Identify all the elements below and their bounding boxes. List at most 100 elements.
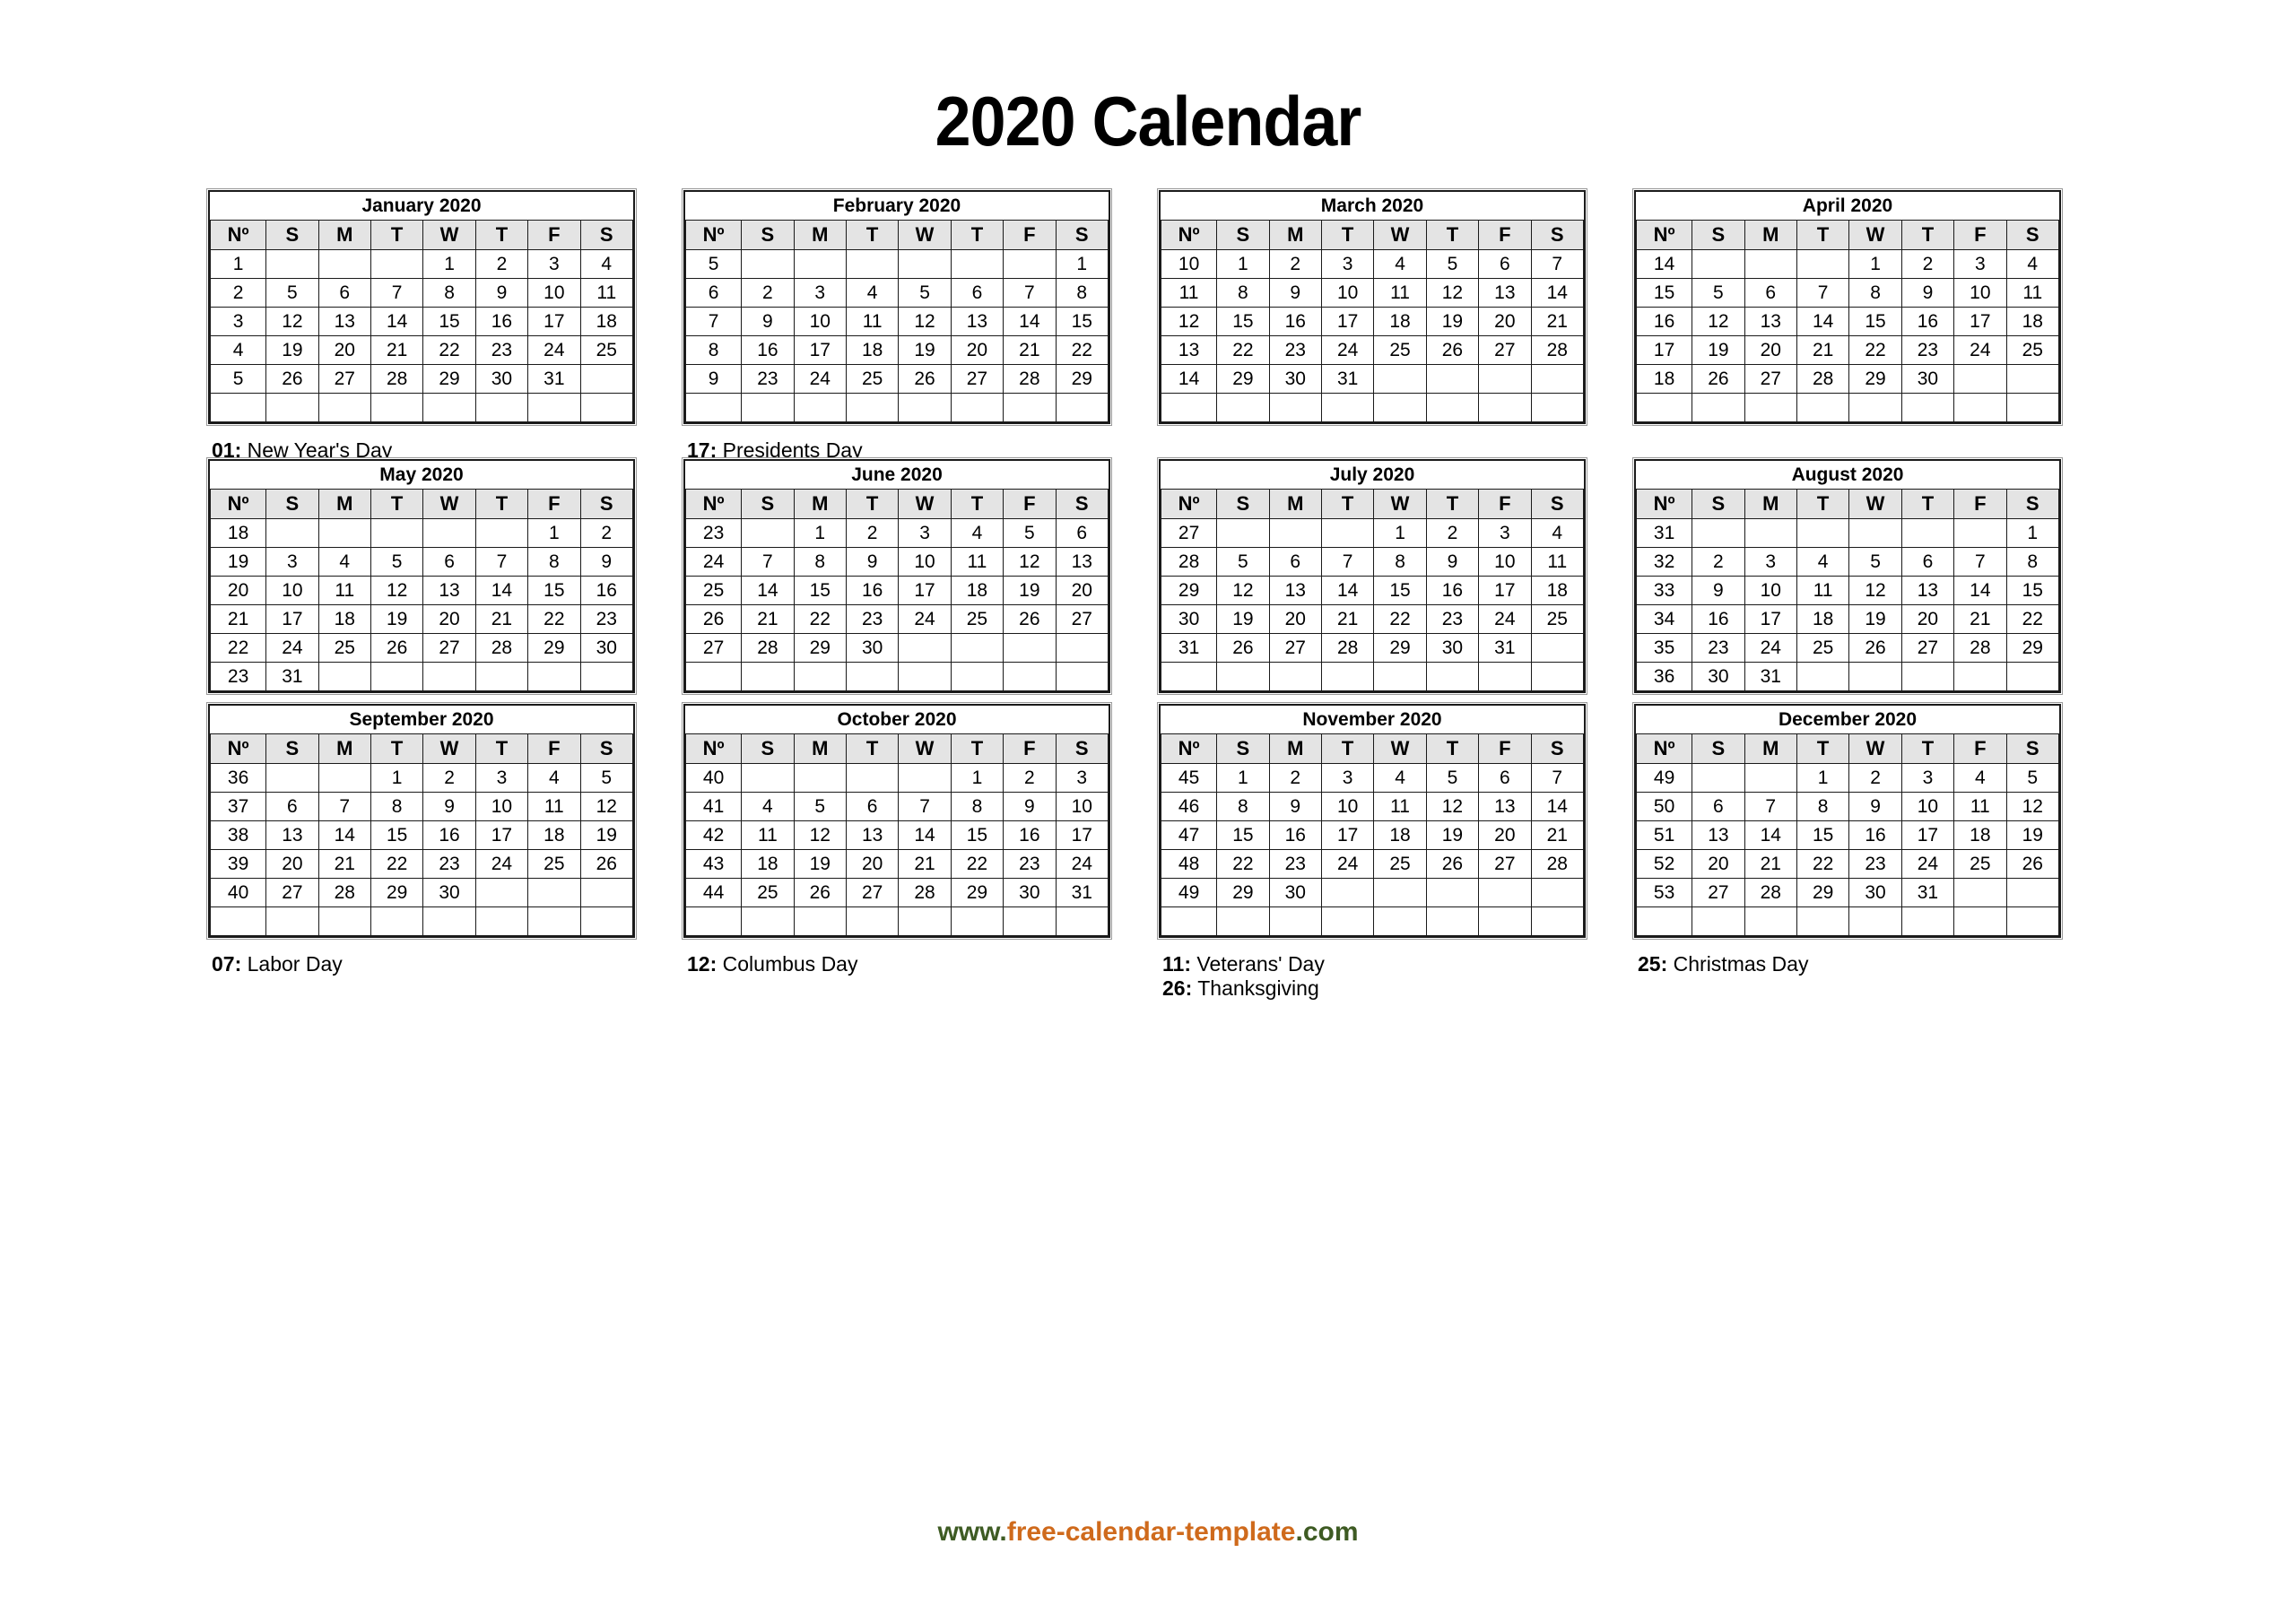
day-cell[interactable]: 28 (317, 878, 371, 907)
day-cell[interactable]: 4 (2005, 249, 2060, 279)
day-cell[interactable] (370, 393, 424, 422)
day-cell[interactable]: 24 (1320, 849, 1375, 879)
day-cell[interactable]: 8 (370, 792, 424, 821)
day-cell[interactable]: 9 (1848, 792, 1902, 821)
day-cell[interactable]: 28 (1744, 878, 1797, 907)
day-cell[interactable]: 23 (1268, 335, 1322, 365)
day-cell[interactable]: 13 (317, 307, 371, 336)
day-cell[interactable] (1373, 906, 1427, 936)
day-cell[interactable]: 14 (741, 576, 795, 605)
day-cell[interactable]: 31 (1744, 662, 1797, 691)
day-cell[interactable]: 29 (2005, 633, 2060, 663)
day-cell[interactable]: 27 (1744, 364, 1797, 394)
day-cell[interactable]: 25 (1373, 335, 1427, 365)
day-cell[interactable]: 14 (1796, 307, 1850, 336)
day-cell[interactable]: 2 (1425, 518, 1480, 548)
day-cell[interactable]: 5 (793, 792, 847, 821)
day-cell[interactable]: 29 (527, 633, 581, 663)
day-cell[interactable] (422, 393, 476, 422)
day-cell[interactable]: 29 (1216, 364, 1270, 394)
day-cell[interactable]: 24 (1953, 335, 2007, 365)
day-cell[interactable]: 6 (1900, 547, 1955, 577)
day-cell[interactable]: 7 (1744, 792, 1797, 821)
day-cell[interactable]: 10 (898, 547, 952, 577)
day-cell[interactable]: 28 (1320, 633, 1375, 663)
day-cell[interactable] (527, 662, 581, 691)
day-cell[interactable] (950, 906, 1004, 936)
day-cell[interactable]: 4 (527, 763, 581, 793)
day-cell[interactable] (1425, 878, 1480, 907)
day-cell[interactable] (1216, 393, 1270, 422)
day-cell[interactable]: 15 (950, 820, 1004, 850)
day-cell[interactable]: 5 (2005, 763, 2060, 793)
day-cell[interactable]: 8 (527, 547, 581, 577)
day-cell[interactable]: 15 (370, 820, 424, 850)
day-cell[interactable] (1953, 518, 2007, 548)
day-cell[interactable] (370, 249, 424, 279)
day-cell[interactable]: 26 (1216, 633, 1270, 663)
day-cell[interactable]: 4 (950, 518, 1004, 548)
day-cell[interactable]: 12 (370, 576, 424, 605)
day-cell[interactable] (845, 249, 900, 279)
day-cell[interactable]: 23 (579, 604, 634, 634)
day-cell[interactable] (1796, 662, 1850, 691)
day-cell[interactable]: 16 (422, 820, 476, 850)
day-cell[interactable]: 19 (898, 335, 952, 365)
day-cell[interactable] (1425, 393, 1480, 422)
day-cell[interactable] (1692, 518, 1745, 548)
day-cell[interactable]: 3 (1055, 763, 1109, 793)
day-cell[interactable]: 5 (579, 763, 634, 793)
day-cell[interactable]: 31 (265, 662, 319, 691)
day-cell[interactable]: 2 (845, 518, 900, 548)
day-cell[interactable] (1268, 518, 1322, 548)
day-cell[interactable]: 27 (1478, 849, 1532, 879)
day-cell[interactable]: 16 (741, 335, 795, 365)
day-cell[interactable]: 14 (317, 820, 371, 850)
day-cell[interactable]: 26 (579, 849, 634, 879)
day-cell[interactable] (474, 878, 529, 907)
day-cell[interactable] (950, 662, 1004, 691)
day-cell[interactable]: 25 (741, 878, 795, 907)
day-cell[interactable]: 9 (1900, 278, 1955, 308)
day-cell[interactable]: 1 (370, 763, 424, 793)
day-cell[interactable]: 21 (1796, 335, 1850, 365)
day-cell[interactable]: 26 (1848, 633, 1902, 663)
day-cell[interactable]: 1 (1848, 249, 1902, 279)
day-cell[interactable]: 29 (1055, 364, 1109, 394)
day-cell[interactable]: 21 (1003, 335, 1057, 365)
day-cell[interactable]: 22 (422, 335, 476, 365)
day-cell[interactable] (1478, 878, 1532, 907)
day-cell[interactable] (845, 393, 900, 422)
day-cell[interactable]: 19 (1425, 307, 1480, 336)
day-cell[interactable] (2005, 364, 2060, 394)
day-cell[interactable]: 10 (1320, 278, 1375, 308)
day-cell[interactable] (1268, 393, 1322, 422)
day-cell[interactable]: 25 (527, 849, 581, 879)
day-cell[interactable] (1320, 393, 1375, 422)
holiday-day-cell[interactable]: 20 (317, 335, 371, 365)
day-cell[interactable]: 3 (1900, 763, 1955, 793)
day-cell[interactable] (1848, 393, 1902, 422)
day-cell[interactable]: 7 (370, 278, 424, 308)
day-cell[interactable]: 14 (1744, 820, 1797, 850)
day-cell[interactable]: 21 (317, 849, 371, 879)
day-cell[interactable]: 26 (1425, 335, 1480, 365)
day-cell[interactable]: 7 (1003, 278, 1057, 308)
day-cell[interactable] (1425, 662, 1480, 691)
day-cell[interactable] (2005, 878, 2060, 907)
day-cell[interactable]: 19 (1848, 604, 1902, 634)
day-cell[interactable] (1003, 906, 1057, 936)
day-cell[interactable]: 6 (265, 792, 319, 821)
day-cell[interactable] (265, 249, 319, 279)
day-cell[interactable]: 12 (1425, 278, 1480, 308)
day-cell[interactable]: 4 (1373, 763, 1427, 793)
day-cell[interactable]: 7 (1530, 249, 1585, 279)
day-cell[interactable]: 15 (1848, 307, 1902, 336)
day-cell[interactable]: 16 (1003, 820, 1057, 850)
day-cell[interactable]: 23 (1848, 849, 1902, 879)
day-cell[interactable]: 22 (1216, 849, 1270, 879)
day-cell[interactable] (1744, 763, 1797, 793)
day-cell[interactable]: 31 (1055, 878, 1109, 907)
day-cell[interactable]: 12 (2005, 792, 2060, 821)
day-cell[interactable]: 12 (1216, 576, 1270, 605)
